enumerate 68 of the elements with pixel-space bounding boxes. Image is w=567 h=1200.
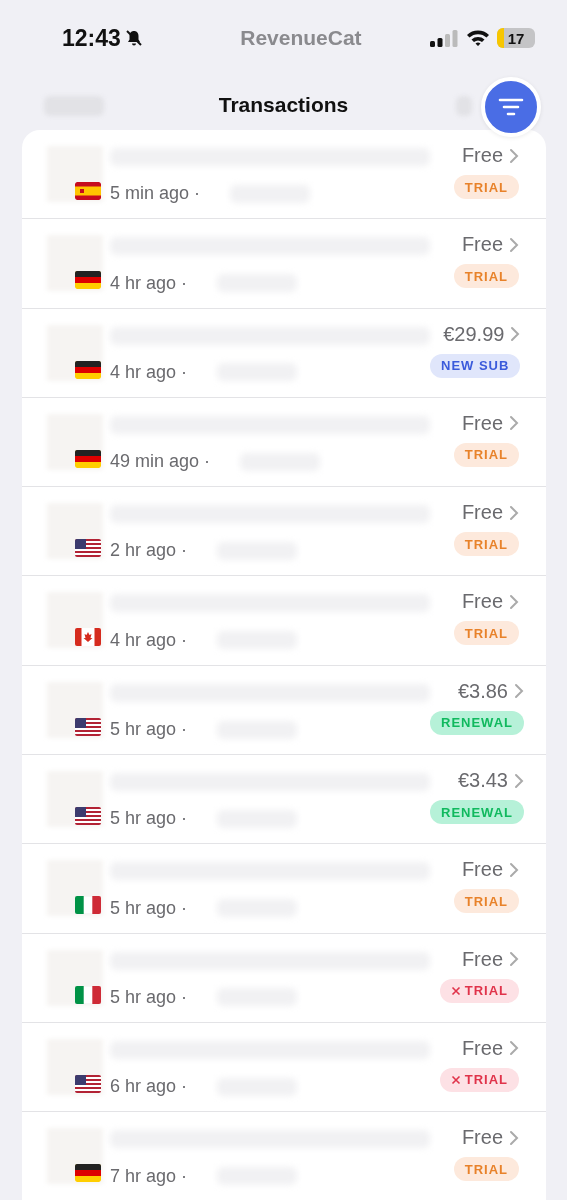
status-badge: TRIAL — [453, 175, 519, 199]
transaction-price: €29.99 — [443, 322, 505, 346]
status-badge: TRIAL — [439, 978, 519, 1003]
transaction-row[interactable]: 4 hr ago · €29.99 NEW SUB — [22, 308, 546, 398]
signal-icon — [429, 29, 459, 47]
transaction-time: 5 hr ago · — [110, 897, 188, 919]
transaction-row[interactable]: 49 min ago · Free TRIAL — [22, 397, 546, 488]
transaction-price: Free — [461, 858, 503, 882]
transaction-price: Free — [461, 590, 503, 614]
transaction-price: Free — [461, 1126, 503, 1150]
transaction-price: €3.86 — [457, 679, 508, 703]
transaction-time: 5 hr ago · — [110, 808, 188, 830]
transaction-row[interactable]: 4 hr ago · Free TRIAL — [22, 219, 546, 309]
status-badge: TRIAL — [453, 1157, 519, 1182]
transaction-time: 2 hr ago · — [110, 540, 188, 562]
transaction-row[interactable]: 6 hr ago · Free TRIAL — [22, 1022, 546, 1113]
status-badge: TRIAL — [453, 442, 519, 467]
chevron-right-icon — [510, 326, 521, 343]
transaction-time: 6 hr ago · — [110, 1076, 188, 1098]
status-badge: NEW SUB — [430, 353, 521, 378]
status-badge: TRIAL — [453, 621, 519, 646]
transaction-time: 4 hr ago · — [110, 629, 188, 651]
transaction-time: 4 hr ago · — [110, 272, 188, 294]
transaction-time: 49 min ago · — [110, 451, 211, 473]
screen-title: Transactions — [218, 93, 349, 117]
transaction-price: Free — [461, 947, 503, 971]
clock: 12:43 — [62, 24, 121, 52]
transaction-row[interactable]: 5 hr ago · Free TRIAL — [22, 933, 546, 1023]
status-badge: RENEWAL — [430, 710, 524, 735]
transaction-price: Free — [461, 411, 503, 435]
transaction-price: Free — [461, 144, 503, 167]
filter-icon — [498, 97, 524, 117]
battery-icon: 17 — [497, 28, 535, 48]
transaction-time: 7 hr ago · — [110, 1165, 188, 1187]
status-badge: TRIAL — [453, 532, 519, 557]
chevron-right-icon — [509, 594, 519, 610]
chevron-right-icon — [514, 772, 524, 789]
chevron-right-icon — [509, 504, 519, 521]
transaction-row[interactable]: 5 hr ago · Free TRIAL — [22, 844, 546, 934]
transaction-time: 5 min ago · — [110, 183, 201, 205]
transaction-time: 4 hr ago · — [110, 361, 188, 383]
transaction-row[interactable]: 4 hr ago · Free TRIAL — [22, 576, 546, 666]
transaction-row[interactable]: 5 min ago · Free TRIAL — [22, 130, 546, 220]
muted-bell-icon — [124, 29, 143, 47]
transaction-price: Free — [461, 501, 503, 525]
transaction-price: Free — [461, 233, 503, 257]
status-badge: TRIAL — [453, 889, 519, 914]
wifi-icon — [466, 29, 490, 47]
transaction-row[interactable]: 7 hr ago · Free TRIAL — [22, 1112, 546, 1200]
transaction-time: 5 hr ago · — [110, 986, 188, 1008]
chevron-right-icon — [509, 951, 519, 968]
chevron-right-icon — [509, 147, 519, 164]
chevron-right-icon — [509, 1040, 519, 1057]
chevron-right-icon — [509, 236, 519, 253]
transaction-row[interactable]: 5 hr ago · €3.43 RENEWAL — [22, 755, 546, 845]
transaction-time: 5 hr ago · — [110, 719, 188, 741]
logo: RevenueCat — [240, 26, 362, 50]
transaction-row[interactable]: 5 hr ago · €3.86 RENEWAL — [22, 665, 546, 756]
chevron-right-icon — [514, 683, 524, 700]
status-badge: TRIAL — [439, 1067, 519, 1092]
chevron-right-icon — [509, 861, 519, 878]
chevron-right-icon — [509, 415, 519, 432]
transaction-price: Free — [461, 1036, 503, 1060]
transaction-row[interactable]: 2 hr ago · Free TRIAL — [22, 487, 546, 577]
status-badge: RENEWAL — [430, 800, 524, 825]
chevron-right-icon — [509, 1129, 519, 1146]
transaction-price: €3.43 — [457, 769, 508, 793]
status-badge: TRIAL — [453, 264, 519, 289]
